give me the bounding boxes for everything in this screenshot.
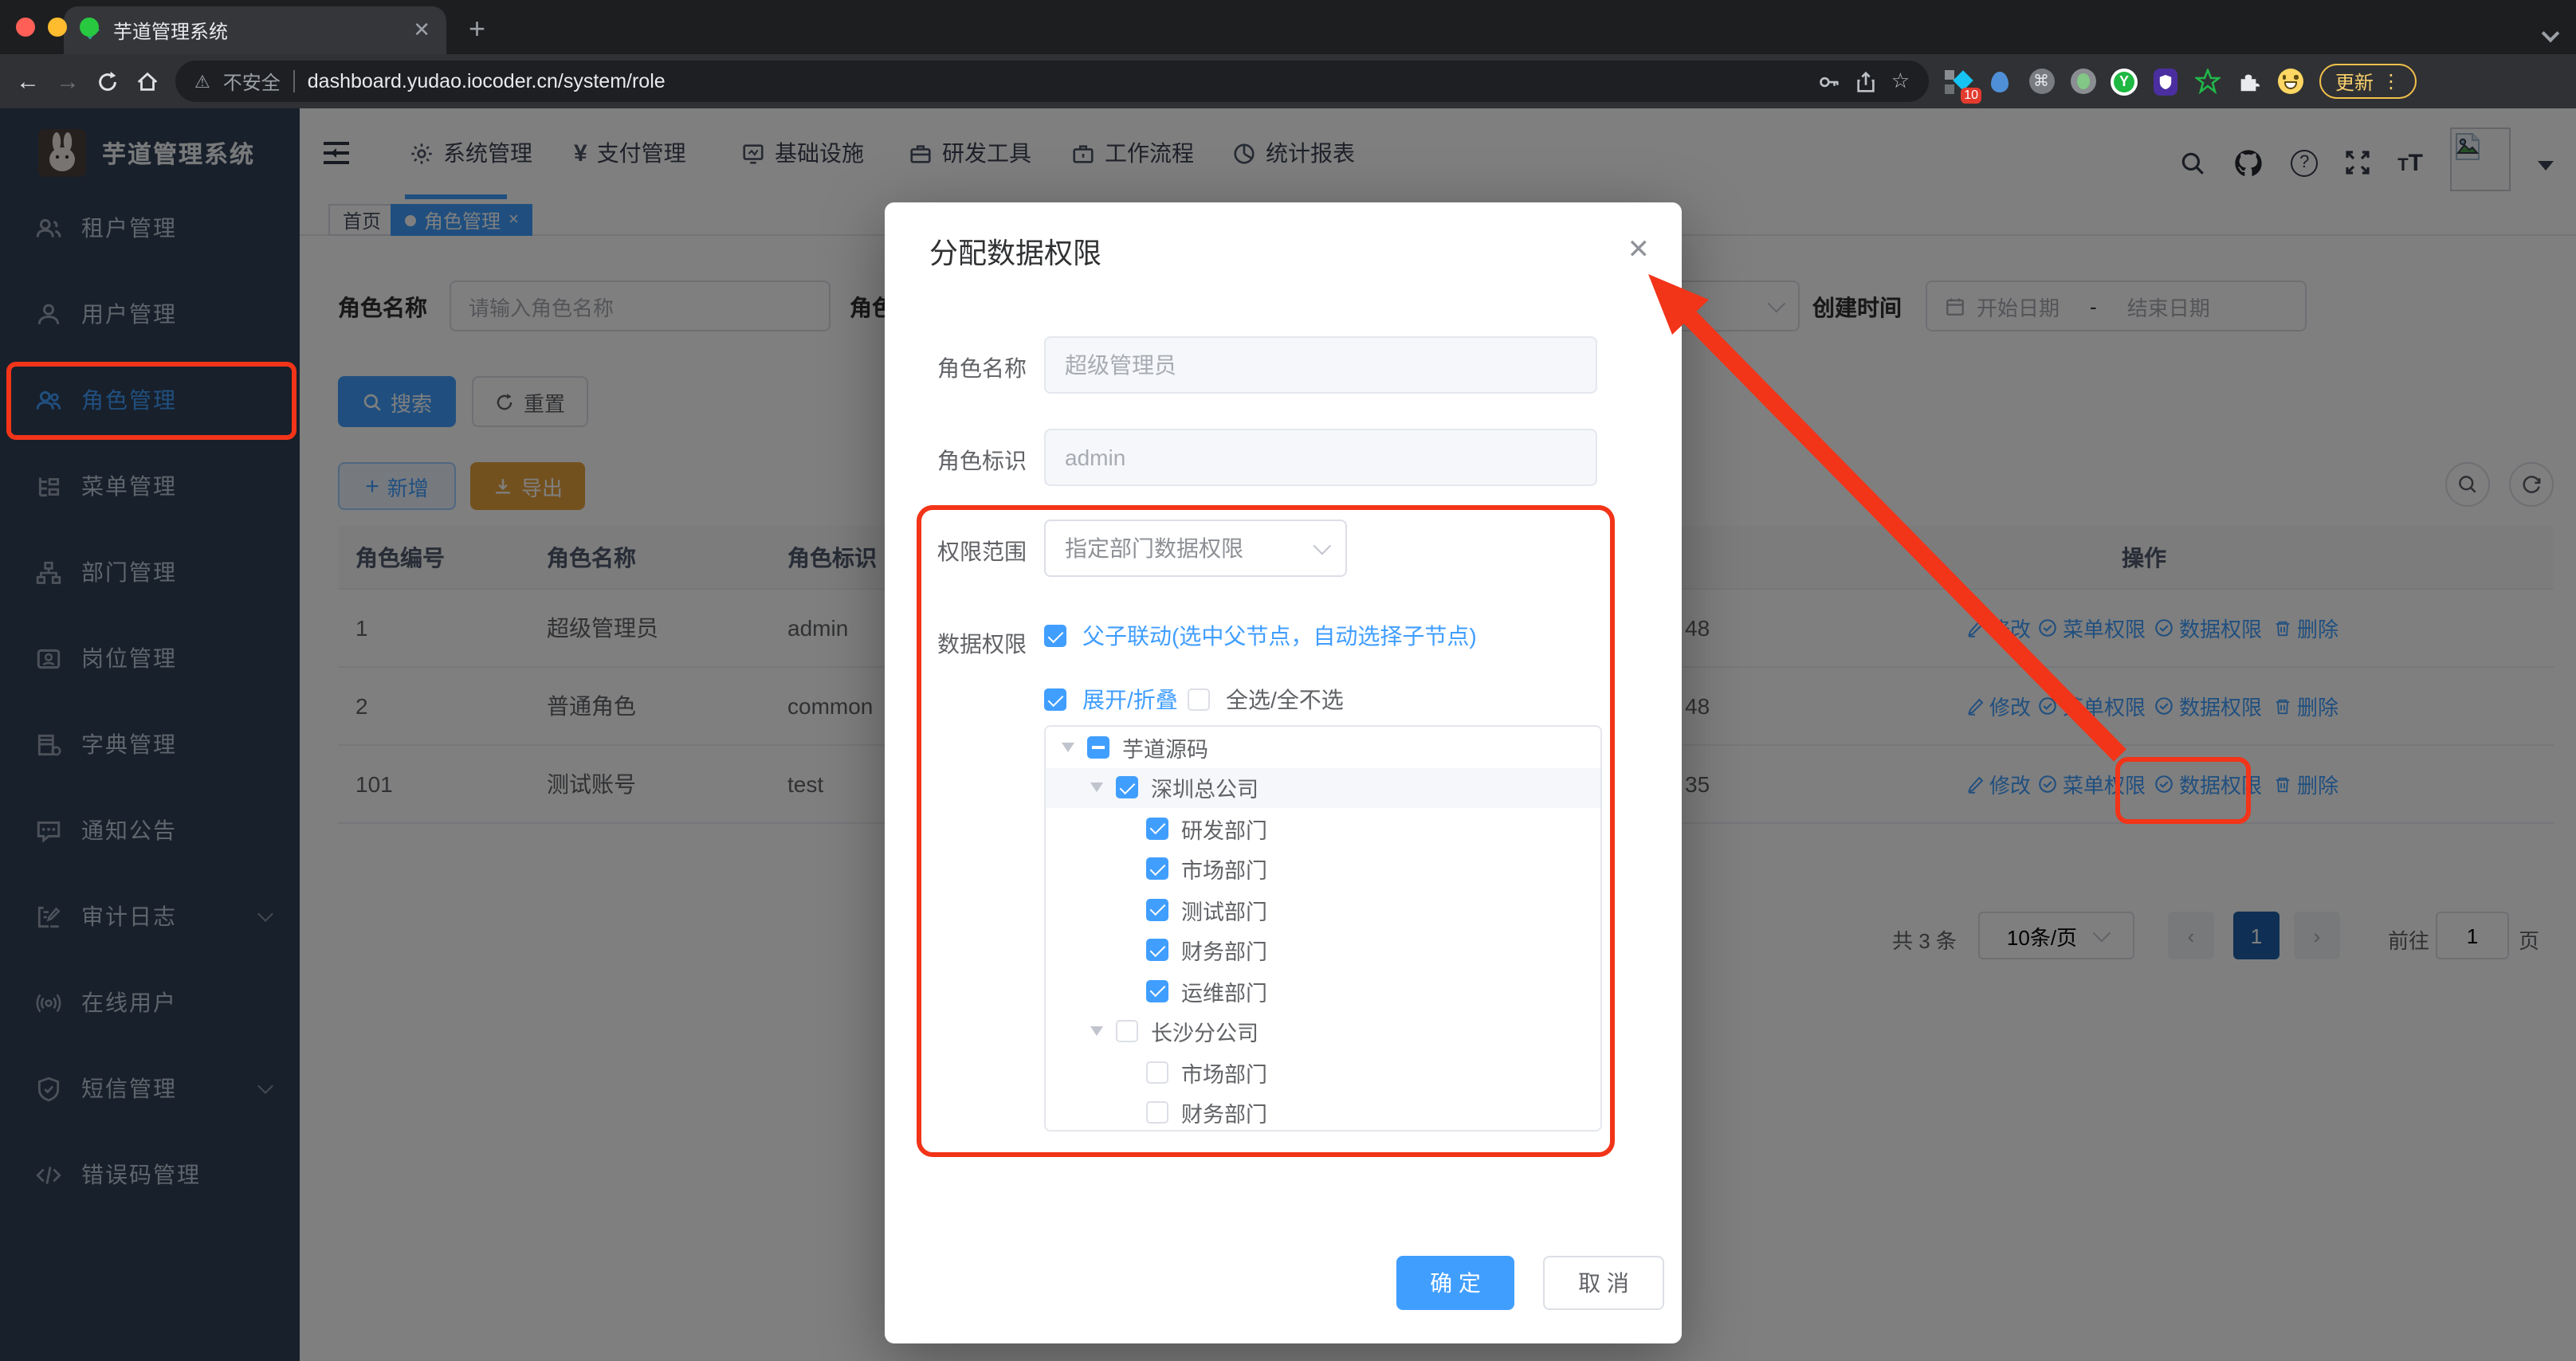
extension-puzzle-icon[interactable] [2235,68,2262,95]
tree-node-label: 市场部门 [1181,1062,1267,1087]
dialog-close-icon[interactable]: ✕ [1628,234,1651,266]
extension-emoji-icon[interactable] [2276,68,2303,95]
tree-node-label: 财务部门 [1181,1103,1267,1128]
password-key-icon[interactable] [1818,69,1842,93]
extension-green-dot-icon[interactable] [2069,68,2096,95]
checkbox-checked-icon[interactable] [1116,776,1138,799]
caret-down-icon[interactable] [1062,742,1074,752]
tree-node[interactable]: 芋道源码 [1046,727,1600,767]
tree-node[interactable]: 测试部门 [1046,889,1600,930]
update-label: 更新 [2335,71,2374,93]
browser-update-button[interactable]: 更新 ⋮ [2319,64,2417,99]
tree-node-label: 运维部门 [1181,981,1267,1006]
browser-toolbar: ← → ⚠ 不安全 dashboard.yudao.iocoder.cn/sys… [0,54,2576,108]
checkbox-checked-icon[interactable] [1146,979,1168,1002]
dialog-role-name-input[interactable]: 超级管理员 [1044,336,1597,394]
linkage-label: 父子联动(选中父节点，自动选择子节点) [1082,623,1477,649]
dialog-scope-select[interactable]: 指定部门数据权限 [1044,520,1347,577]
caret-down-icon[interactable] [1090,1026,1103,1037]
not-secure-label: 不安全 [222,71,281,93]
linkage-checkbox-row[interactable]: 父子联动(选中父节点，自动选择子节点) [1044,620,1477,652]
checkbox-unchecked-icon[interactable] [1188,688,1210,711]
tree-node[interactable]: 市场部门 [1046,849,1600,889]
close-window-button[interactable] [16,18,35,37]
dialog-perm-label: 数据权限 [937,631,1027,657]
new-tab-button[interactable]: + [469,13,485,46]
screen: 芋道管理系统 ✕ + ← → ⚠ 不安全 dashboard.yudao.ioc… [0,0,2576,1361]
tree-node-label: 测试部门 [1181,900,1267,924]
select-all-checkbox-row[interactable]: 全选/全不选 [1188,684,1344,716]
tree-node-label: 深圳总公司 [1151,778,1259,802]
expand-collapse-checkbox-row[interactable]: 展开/折叠 [1044,684,1178,716]
assign-data-permission-dialog: 分配数据权限 ✕ 角色名称 超级管理员 角色标识 admin 权限范围 指定部门… [885,202,1682,1343]
browser-tabstrip: 芋道管理系统 ✕ + [0,0,2576,54]
department-tree: 芋道源码 深圳总公司 研发部门 市场部门 测试部门 财务部门 运维部门 长沙分公… [1044,725,1602,1132]
checkbox-checked-icon[interactable] [1146,898,1168,921]
checkbox-checked-icon[interactable] [1146,939,1168,962]
window-controls[interactable] [16,18,99,37]
reload-icon[interactable] [96,69,120,93]
extensions-area: 10 ⌘ Y [1945,68,2303,103]
tab-close-icon[interactable]: ✕ [413,18,430,43]
security-warning-icon[interactable]: ⚠ [194,71,210,92]
tree-node-label: 财务部门 [1181,940,1267,965]
extension-command-icon[interactable]: ⌘ [2028,68,2055,95]
checkbox-checked-icon[interactable] [1044,688,1066,711]
dialog-role-key-label: 角色标识 [937,448,1027,473]
browser-tab[interactable]: 芋道管理系统 ✕ [64,6,446,54]
home-icon[interactable] [135,69,159,93]
tree-node[interactable]: 财务部门 [1046,930,1600,971]
tree-node[interactable]: 财务部门 [1046,1092,1600,1130]
tree-node-label: 芋道源码 [1122,737,1208,762]
dialog-role-name-label: 角色名称 [937,355,1027,381]
browser-menu-icon[interactable]: ⋮ [2382,70,2401,92]
tree-node-label: 长沙分公司 [1151,1022,1259,1046]
extension-balloon-icon[interactable] [1986,68,2013,95]
tree-node[interactable]: 研发部门 [1046,808,1600,849]
confirm-button[interactable]: 确 定 [1396,1256,1514,1310]
extension-badge: 10 [1961,87,1981,103]
url-text[interactable]: dashboard.yudao.iocoder.cn/system/role [308,70,1805,92]
maximize-window-button[interactable] [80,18,99,37]
scope-value: 指定部门数据权限 [1065,535,1243,561]
dialog-role-key-input[interactable]: admin [1044,429,1597,486]
extension-star-icon[interactable] [2193,68,2221,95]
extension-shield-icon[interactable] [2152,68,2179,95]
tree-node-selected[interactable]: 深圳总公司 [1046,767,1600,808]
cancel-button[interactable]: 取 消 [1543,1256,1664,1310]
role-name-value: 超级管理员 [1065,352,1176,378]
role-key-value: admin [1065,445,1126,470]
tree-node-label: 市场部门 [1181,859,1267,884]
checkbox-checked-icon[interactable] [1044,625,1066,647]
tab-search-chevron-icon[interactable] [2541,24,2560,43]
extension-devtools-icon[interactable]: 10 [1945,68,1981,103]
tab-title: 芋道管理系统 [113,20,229,42]
minimize-window-button[interactable] [48,18,67,37]
select-all-label: 全选/全不选 [1226,687,1344,712]
extension-y-icon[interactable]: Y [2111,68,2138,95]
checkbox-checked-icon[interactable] [1146,857,1168,881]
omnibox-divider [293,70,295,92]
checkbox-checked-icon[interactable] [1146,817,1168,840]
tree-node[interactable]: 运维部门 [1046,971,1600,1011]
bookmark-star-icon[interactable]: ☆ [1891,69,1910,94]
tree-node[interactable]: 长沙分公司 [1046,1011,1600,1052]
forward-icon[interactable]: → [56,68,80,95]
share-icon[interactable] [1855,69,1879,93]
expand-toggle-label: 展开/折叠 [1082,687,1178,712]
checkbox-unchecked-icon[interactable] [1146,1061,1168,1084]
caret-down-icon[interactable] [1090,782,1103,793]
back-icon[interactable]: ← [16,68,40,95]
checkbox-unchecked-icon[interactable] [1146,1101,1168,1124]
checkbox-indeterminate-icon[interactable] [1087,735,1109,759]
dialog-scope-label: 权限范围 [937,539,1027,564]
chevron-down-icon [1313,536,1332,555]
checkbox-unchecked-icon[interactable] [1116,1020,1138,1043]
tree-node[interactable]: 市场部门 [1046,1052,1600,1092]
tree-node-label: 研发部门 [1181,818,1267,843]
dialog-title: 分配数据权限 [929,237,1101,269]
address-bar[interactable]: ⚠ 不安全 dashboard.yudao.iocoder.cn/system/… [175,61,1929,102]
app-page: 芋道管理系统 租户管理 用户管理 角色管理 菜单管理 部门管理 [0,108,2576,1361]
